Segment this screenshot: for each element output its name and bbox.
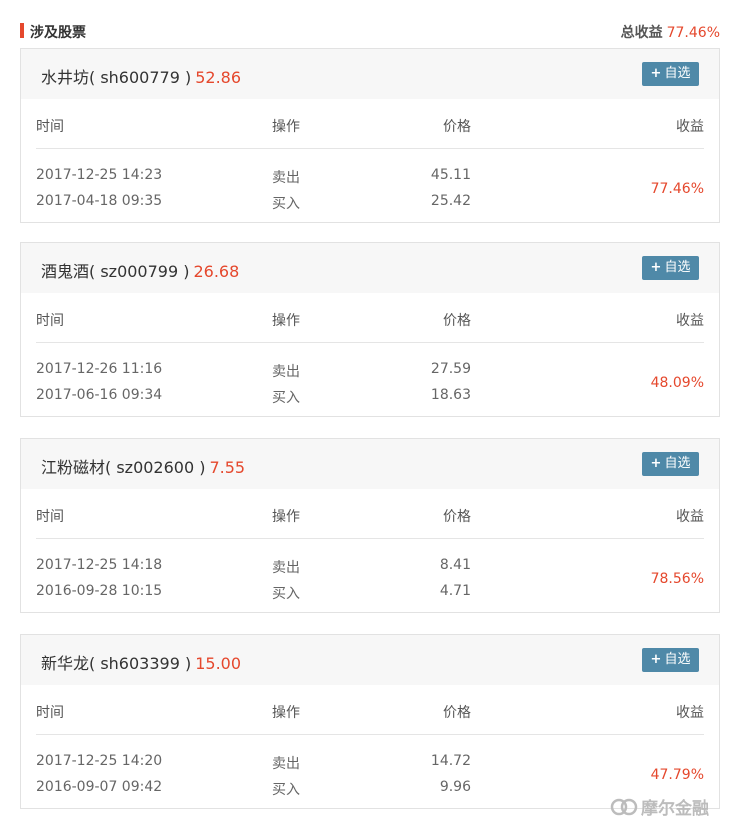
- trade-time: 2016-09-07 09:42: [36, 779, 163, 795]
- column-header-return: 收益: [676, 119, 704, 135]
- trade-price: 45.11: [430, 167, 471, 183]
- column-header-return: 收益: [676, 313, 704, 329]
- plus-icon: +: [650, 456, 662, 471]
- stock-name[interactable]: 新华龙( sh603399 ) 15.00: [41, 650, 241, 674]
- stock-card: 新华龙( sh603399 ) 15.00 + 自选 时间 操作 价格 收益 201…: [20, 634, 720, 809]
- trade-op: 买入: [272, 586, 300, 602]
- add-watchlist-button[interactable]: + 自选: [642, 452, 699, 476]
- column-header-op: 操作: [272, 119, 300, 135]
- column-header-time: 时间: [36, 119, 64, 135]
- watermark-logo-icon: [610, 798, 638, 821]
- column-header-time: 时间: [36, 705, 64, 721]
- trade-price: 9.96: [439, 779, 471, 795]
- section-header: 涉及股票 总收益 77.46%: [20, 20, 720, 42]
- trade-return: 48.09%: [650, 375, 704, 391]
- trade-time: 2017-12-25 14:23: [36, 167, 163, 183]
- trade-time: 2017-12-25 14:18: [36, 557, 163, 573]
- trade-op: 买入: [272, 390, 300, 406]
- column-header-price: 价格: [443, 509, 471, 525]
- stock-name[interactable]: 水井坊( sh600779 ) 52.86: [41, 64, 241, 88]
- stock-card: 水井坊( sh600779 ) 52.86 + 自选 时间 操作 价格 收益 201…: [20, 48, 720, 223]
- column-header-price: 价格: [443, 313, 471, 329]
- trade-time: 2017-12-26 11:16: [36, 361, 163, 377]
- stock-name-label: 新华龙( sh603399 ): [41, 654, 192, 673]
- stock-name[interactable]: 江粉磁材( sz002600 ) 7.55: [41, 454, 245, 478]
- stock-name-label: 水井坊( sh600779 ): [41, 68, 192, 87]
- trade-price: 14.72: [430, 753, 471, 769]
- stock-name[interactable]: 酒鬼酒( sz000799 ) 26.68: [41, 258, 239, 282]
- trade-op: 卖出: [272, 560, 300, 576]
- trade-price: 18.63: [430, 387, 471, 403]
- stock-price: 26.68: [193, 262, 240, 281]
- total-return-value: 77.46%: [666, 25, 720, 41]
- stock-name-label: 江粉磁材( sz002600 ): [41, 458, 206, 477]
- total-return-label: 总收益: [620, 25, 663, 41]
- add-watchlist-label: 自选: [664, 456, 691, 471]
- trade-price: 8.41: [439, 557, 471, 573]
- stock-card: 酒鬼酒( sz000799 ) 26.68 + 自选 时间 操作 价格 收益 201…: [20, 242, 720, 417]
- trade-return: 77.46%: [650, 181, 704, 197]
- trade-op: 买入: [272, 196, 300, 212]
- divider: [36, 148, 704, 149]
- trade-time: 2017-04-18 09:35: [36, 193, 163, 209]
- stock-name-label: 酒鬼酒( sz000799 ): [41, 262, 190, 281]
- column-header-op: 操作: [272, 705, 300, 721]
- trade-price: 4.71: [439, 583, 471, 599]
- stock-card: 江粉磁材( sz002600 ) 7.55 + 自选 时间 操作 价格 收益 201…: [20, 438, 720, 613]
- column-header-time: 时间: [36, 509, 64, 525]
- add-watchlist-label: 自选: [664, 260, 691, 275]
- stock-price: 52.86: [195, 68, 242, 87]
- trade-return: 78.56%: [650, 571, 704, 587]
- trade-price: 25.42: [430, 193, 471, 209]
- column-header-return: 收益: [676, 509, 704, 525]
- add-watchlist-button[interactable]: + 自选: [642, 256, 699, 280]
- column-header-time: 时间: [36, 313, 64, 329]
- section-marker: [20, 23, 24, 38]
- column-header-price: 价格: [443, 705, 471, 721]
- divider: [36, 342, 704, 343]
- trade-op: 卖出: [272, 756, 300, 772]
- column-header-op: 操作: [272, 313, 300, 329]
- trade-op: 买入: [272, 782, 300, 798]
- watermark: 摩尔金融: [610, 794, 709, 821]
- divider: [36, 734, 704, 735]
- trade-time: 2017-06-16 09:34: [36, 387, 163, 403]
- total-return: 总收益 77.46%: [621, 22, 720, 42]
- trade-op: 卖出: [272, 170, 300, 186]
- add-watchlist-label: 自选: [664, 652, 691, 667]
- column-header-return: 收益: [676, 705, 704, 721]
- plus-icon: +: [650, 66, 662, 81]
- watermark-text: 摩尔金融: [641, 799, 709, 819]
- trade-return: 47.79%: [650, 767, 704, 783]
- plus-icon: +: [650, 652, 662, 667]
- add-watchlist-button[interactable]: + 自选: [642, 648, 699, 672]
- add-watchlist-button[interactable]: + 自选: [642, 62, 699, 86]
- stock-price: 15.00: [195, 654, 242, 673]
- trade-price: 27.59: [430, 361, 471, 377]
- divider: [36, 538, 704, 539]
- column-header-op: 操作: [272, 509, 300, 525]
- plus-icon: +: [650, 260, 662, 275]
- add-watchlist-label: 自选: [664, 66, 691, 81]
- trade-op: 卖出: [272, 364, 300, 380]
- stock-price: 7.55: [209, 458, 246, 477]
- section-title: 涉及股票: [30, 25, 86, 41]
- column-header-price: 价格: [443, 119, 471, 135]
- trade-time: 2017-12-25 14:20: [36, 753, 163, 769]
- trade-time: 2016-09-28 10:15: [36, 583, 163, 599]
